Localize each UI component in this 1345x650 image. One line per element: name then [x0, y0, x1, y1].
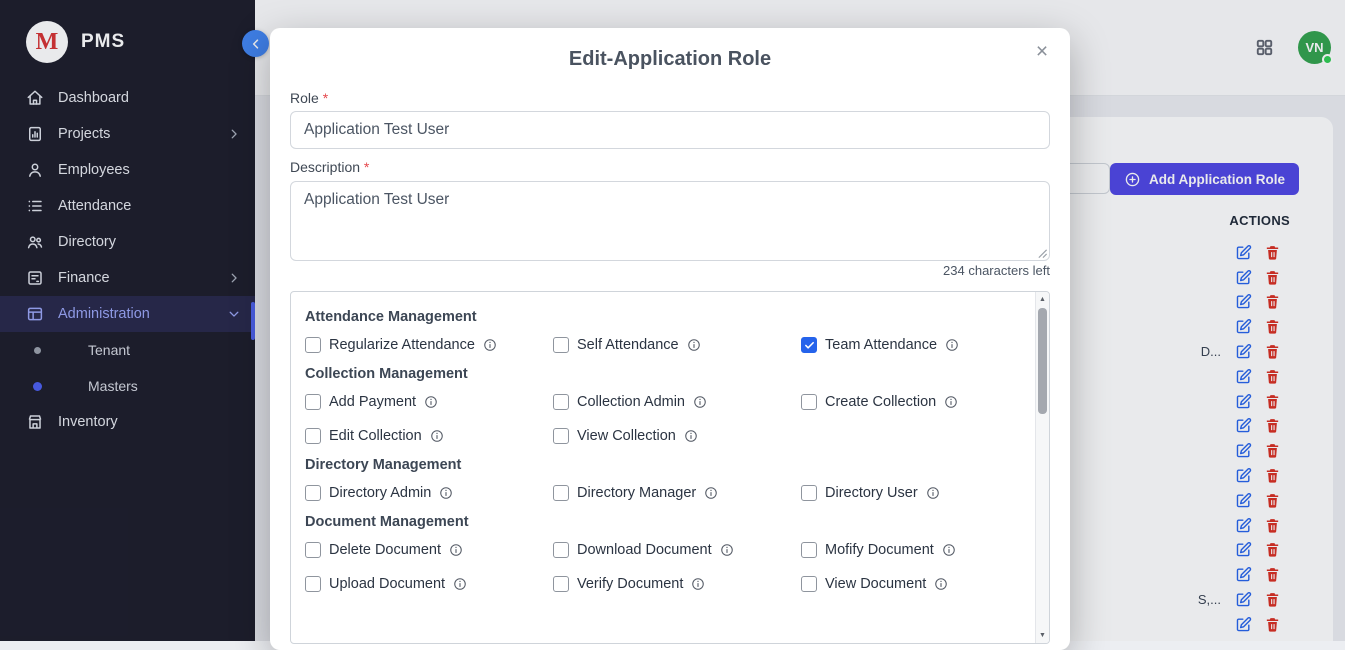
scrollbar[interactable]: ▲ ▼	[1035, 292, 1049, 643]
checkbox-unchecked[interactable]	[553, 337, 569, 353]
permission-label: Add Payment	[329, 394, 416, 410]
permission-label: Delete Document	[329, 542, 441, 558]
checkbox-unchecked[interactable]	[305, 542, 321, 558]
checkbox-unchecked[interactable]	[553, 428, 569, 444]
checkbox-unchecked[interactable]	[801, 394, 817, 410]
description-textarea[interactable]: Application Test User	[290, 181, 1050, 261]
info-icon[interactable]	[691, 577, 705, 591]
info-icon[interactable]	[430, 429, 444, 443]
info-icon[interactable]	[944, 395, 958, 409]
required-asterisk: *	[323, 90, 328, 106]
info-icon[interactable]	[945, 338, 959, 352]
permission-label: Create Collection	[825, 394, 936, 410]
permission-label: Self Attendance	[577, 337, 679, 353]
permission-label: Edit Collection	[329, 428, 422, 444]
info-icon[interactable]	[483, 338, 497, 352]
permission-label: View Document	[825, 576, 926, 592]
info-icon[interactable]	[704, 486, 718, 500]
required-asterisk: *	[364, 159, 369, 175]
info-icon[interactable]	[449, 543, 463, 557]
close-icon[interactable]: ×	[1028, 38, 1056, 66]
checkbox-unchecked[interactable]	[553, 542, 569, 558]
permission-grid: Delete Document Download Document Mofify D…	[305, 540, 1029, 594]
info-icon[interactable]	[684, 429, 698, 443]
scroll-down-icon[interactable]: ▼	[1036, 629, 1049, 642]
characters-left-counter: 234 characters left	[290, 263, 1050, 278]
permission-item-regularize-attendance[interactable]: Regularize Attendance	[305, 335, 553, 355]
permission-label: Mofify Document	[825, 542, 934, 558]
info-icon[interactable]	[439, 486, 453, 500]
permission-label: Directory Manager	[577, 485, 696, 501]
permission-item-verify-document[interactable]: Verify Document	[553, 574, 801, 594]
info-icon[interactable]	[926, 486, 940, 500]
permission-section-heading: Collection Management	[305, 365, 1029, 383]
edit-application-role-modal: × Edit-Application Role Role * Descripti…	[270, 28, 1070, 650]
info-icon[interactable]	[424, 395, 438, 409]
checkbox-unchecked[interactable]	[801, 576, 817, 592]
permission-section-heading: Directory Management	[305, 456, 1029, 474]
permission-section-heading: Attendance Management	[305, 308, 1029, 326]
description-textarea-wrap: Application Test User	[290, 181, 1050, 261]
info-icon[interactable]	[720, 543, 734, 557]
permission-sections: Attendance Management Regularize Attendan…	[291, 292, 1035, 643]
permission-label: Collection Admin	[577, 394, 685, 410]
permission-item-directory-user[interactable]: Directory User	[801, 483, 1029, 503]
info-icon[interactable]	[934, 577, 948, 591]
checkbox-unchecked[interactable]	[553, 576, 569, 592]
permission-grid: Add Payment Collection Admin Create Collec…	[305, 392, 1029, 446]
checkbox-unchecked[interactable]	[305, 485, 321, 501]
permission-label: Directory User	[825, 485, 918, 501]
permission-section-heading: Document Management	[305, 513, 1029, 531]
permission-item-create-collection[interactable]: Create Collection	[801, 392, 1029, 412]
label-text: Role	[290, 90, 319, 106]
checkbox-unchecked[interactable]	[305, 394, 321, 410]
checkbox-unchecked[interactable]	[801, 542, 817, 558]
permission-label: Verify Document	[577, 576, 683, 592]
role-input[interactable]	[290, 111, 1050, 149]
permission-item-upload-document[interactable]: Upload Document	[305, 574, 553, 594]
modal-title: Edit-Application Role	[290, 48, 1050, 70]
role-field-label: Role *	[290, 90, 1050, 106]
permission-item-add-payment[interactable]: Add Payment	[305, 392, 553, 412]
permission-item-edit-collection[interactable]: Edit Collection	[305, 426, 553, 446]
permission-item-view-collection[interactable]: View Collection	[553, 426, 801, 446]
permission-grid: Directory Admin Directory Manager Director…	[305, 483, 1029, 503]
permission-item-mofify-document[interactable]: Mofify Document	[801, 540, 1029, 560]
scroll-thumb[interactable]	[1038, 308, 1047, 414]
permission-item-collection-admin[interactable]: Collection Admin	[553, 392, 801, 412]
info-icon[interactable]	[687, 338, 701, 352]
permission-label: Download Document	[577, 542, 712, 558]
info-icon[interactable]	[942, 543, 956, 557]
permission-item-directory-admin[interactable]: Directory Admin	[305, 483, 553, 503]
checkbox-unchecked[interactable]	[305, 428, 321, 444]
permission-label: Regularize Attendance	[329, 337, 475, 353]
permission-label: Team Attendance	[825, 337, 937, 353]
permission-item-delete-document[interactable]: Delete Document	[305, 540, 553, 560]
permission-item-view-document[interactable]: View Document	[801, 574, 1029, 594]
checkbox-unchecked[interactable]	[305, 576, 321, 592]
info-icon[interactable]	[453, 577, 467, 591]
permission-grid: Regularize Attendance Self Attendance Team…	[305, 335, 1029, 355]
permission-item-download-document[interactable]: Download Document	[553, 540, 801, 560]
description-field-label: Description *	[290, 159, 1050, 175]
checkbox-checked[interactable]	[801, 337, 817, 353]
permission-label: Directory Admin	[329, 485, 431, 501]
permission-item-directory-manager[interactable]: Directory Manager	[553, 483, 801, 503]
checkbox-unchecked[interactable]	[801, 485, 817, 501]
label-text: Description	[290, 159, 360, 175]
permission-item-self-attendance[interactable]: Self Attendance	[553, 335, 801, 355]
permission-item-team-attendance[interactable]: Team Attendance	[801, 335, 1029, 355]
checkbox-unchecked[interactable]	[553, 394, 569, 410]
permission-label: Upload Document	[329, 576, 445, 592]
info-icon[interactable]	[693, 395, 707, 409]
checkbox-unchecked[interactable]	[305, 337, 321, 353]
permissions-panel: Attendance Management Regularize Attendan…	[290, 291, 1050, 644]
permission-label: View Collection	[577, 428, 676, 444]
textarea-resize-handle[interactable]	[1037, 248, 1048, 259]
scroll-up-icon[interactable]: ▲	[1036, 293, 1049, 306]
checkbox-unchecked[interactable]	[553, 485, 569, 501]
